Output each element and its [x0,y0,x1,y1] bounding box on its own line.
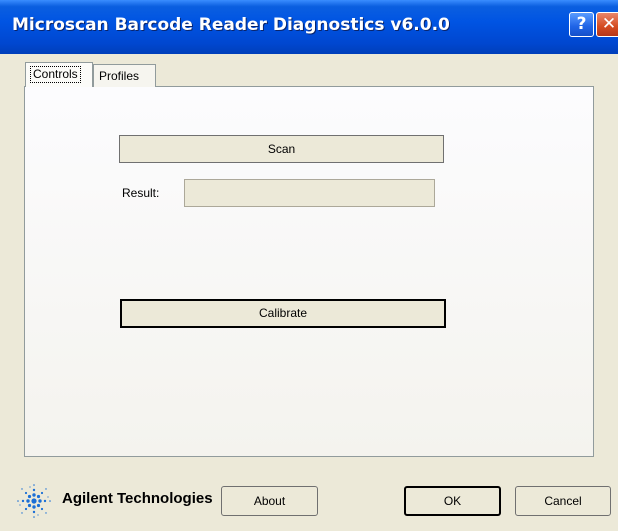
agilent-logo-text: Agilent Technologies [62,490,213,507]
result-field[interactable] [184,179,435,207]
tab-controls-label: Controls [30,66,81,83]
close-button[interactable]: ✕ [596,12,618,37]
scan-button[interactable]: Scan [119,135,444,163]
ok-button[interactable]: OK [404,486,501,516]
calibrate-button[interactable]: Calibrate [120,299,446,328]
about-button[interactable]: About [221,486,318,516]
diagnostics-window: Microscan Barcode Reader Diagnostics v6.… [0,0,618,531]
agilent-spark-icon [17,484,51,518]
tab-controls[interactable]: Controls [25,62,93,87]
window-title: Microscan Barcode Reader Diagnostics v6.… [12,15,450,35]
tab-profiles[interactable]: Profiles [93,64,156,87]
cancel-button[interactable]: Cancel [515,486,611,516]
close-icon: ✕ [601,14,617,34]
help-button[interactable]: ? [569,12,594,37]
help-icon: ? [576,14,587,34]
result-label: Result: [122,186,160,200]
tab-profiles-label: Profiles [99,69,140,83]
title-bar[interactable]: Microscan Barcode Reader Diagnostics v6.… [0,0,618,54]
